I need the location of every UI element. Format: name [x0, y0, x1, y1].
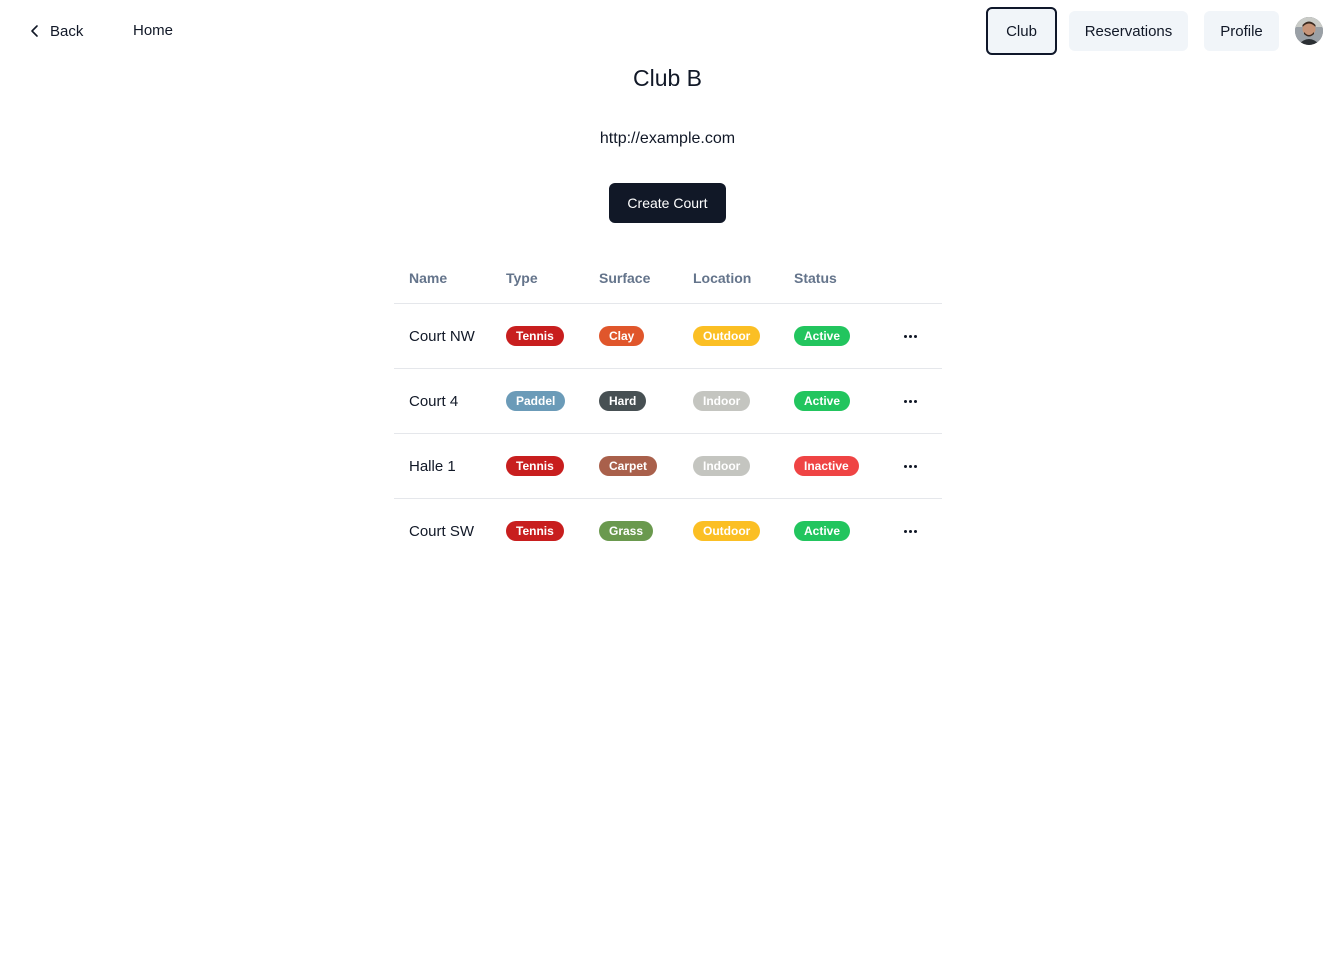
courts-table: Name Type Surface Location Status Court …	[394, 255, 942, 563]
header-location: Location	[693, 270, 752, 286]
court-name: Court 4	[409, 392, 459, 410]
type-badge: Paddel	[506, 391, 566, 411]
location-badge: Outdoor	[693, 521, 761, 541]
table-header: Name Type Surface Location Status	[394, 255, 942, 304]
back-link[interactable]: Back	[28, 19, 83, 43]
club-nav-button[interactable]: Club	[986, 7, 1057, 55]
more-horizontal-icon	[903, 464, 917, 468]
table-row: Court SW Tennis Grass Outdoor Active	[394, 499, 942, 563]
chevron-left-icon	[31, 25, 38, 37]
status-badge: Inactive	[794, 456, 859, 476]
type-badge: Tennis	[506, 521, 564, 541]
surface-badge: Hard	[599, 391, 647, 411]
table-row: Court NW Tennis Clay Outdoor Active	[394, 304, 942, 369]
club-website: http://example.com	[599, 130, 736, 147]
location-badge: Outdoor	[693, 326, 761, 346]
table-row: Halle 1 Tennis Carpet Indoor Inactive	[394, 434, 942, 499]
surface-badge: Carpet	[599, 456, 658, 476]
header-name: Name	[409, 270, 448, 286]
status-badge: Active	[794, 391, 851, 411]
location-badge: Indoor	[693, 391, 751, 411]
header-type: Type	[506, 270, 538, 286]
top-navigation: Back Home Club Reservations Profile	[0, 0, 1331, 62]
reservations-nav-button[interactable]: Reservations	[1069, 11, 1188, 51]
type-badge: Tennis	[506, 456, 564, 476]
status-badge: Active	[794, 326, 851, 346]
user-avatar-icon	[1295, 17, 1323, 45]
profile-nav-button[interactable]: Profile	[1204, 11, 1279, 51]
header-surface: Surface	[599, 270, 651, 286]
court-name: Court NW	[409, 327, 475, 345]
home-link[interactable]: Home	[133, 19, 173, 43]
club-title: Club B	[632, 65, 703, 91]
row-actions-button[interactable]	[896, 304, 924, 368]
create-court-button[interactable]: Create Court	[609, 183, 726, 223]
back-label: Back	[50, 22, 84, 40]
more-horizontal-icon	[903, 399, 917, 403]
header-status: Status	[794, 270, 837, 286]
avatar[interactable]	[1295, 17, 1323, 45]
status-badge: Active	[794, 521, 851, 541]
table-row: Court 4 Paddel Hard Indoor Active	[394, 369, 942, 434]
more-horizontal-icon	[903, 529, 917, 533]
court-name: Court SW	[409, 522, 475, 540]
location-badge: Indoor	[693, 456, 751, 476]
row-actions-button[interactable]	[896, 369, 924, 433]
type-badge: Tennis	[506, 326, 564, 346]
row-actions-button[interactable]	[896, 499, 924, 563]
surface-badge: Clay	[599, 326, 645, 346]
surface-badge: Grass	[599, 521, 654, 541]
more-horizontal-icon	[903, 334, 917, 338]
row-actions-button[interactable]	[896, 434, 924, 498]
court-name: Halle 1	[409, 457, 456, 475]
